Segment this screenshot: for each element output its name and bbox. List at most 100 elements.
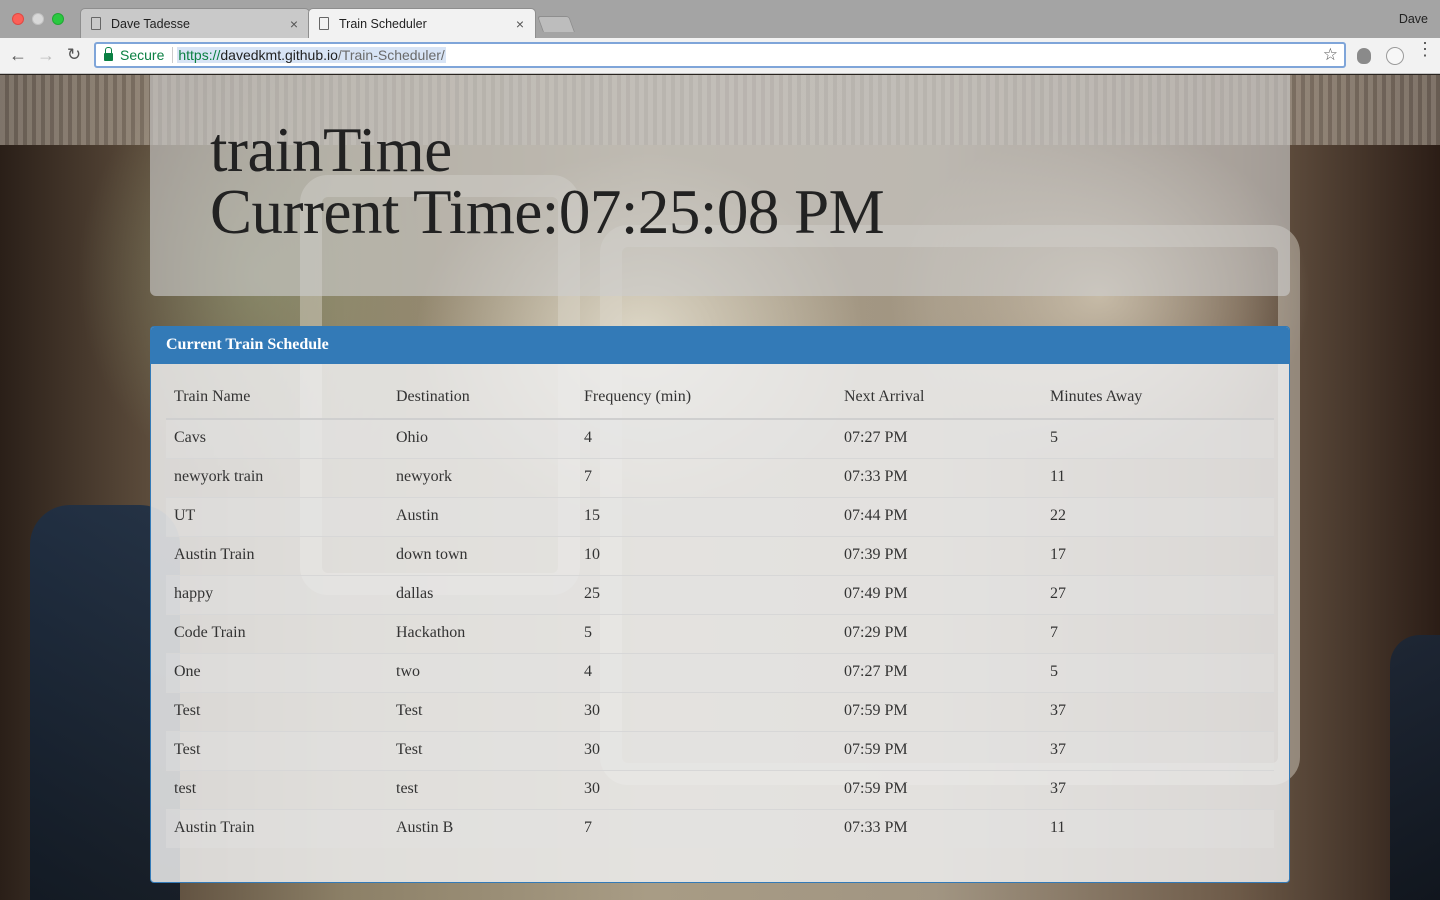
url-scheme: https:// [178, 47, 221, 63]
train-name-cell: Cavs [166, 419, 388, 458]
schedule-panel: Current Train Schedule Train Name Destin… [150, 326, 1290, 883]
destination-cell: Test [388, 691, 576, 731]
next-arrival-cell: 07:59 PM [836, 730, 1042, 770]
frequency-cell: 25 [576, 574, 836, 614]
minutes-away-cell: 5 [1042, 419, 1274, 458]
frequency-cell: 5 [576, 613, 836, 653]
minutes-away-cell: 37 [1042, 769, 1274, 809]
minutes-away-cell: 7 [1042, 613, 1274, 653]
star-icon[interactable]: ☆ [1323, 45, 1338, 65]
extension-bug-icon[interactable] [1357, 48, 1371, 64]
document-icon [319, 17, 329, 30]
train-name-cell: Austin Train [166, 808, 388, 848]
minimize-window-button[interactable] [32, 13, 44, 25]
url-text[interactable]: https:// davedkmt.github.io /Train-Sched… [177, 47, 446, 63]
destination-cell: Ohio [388, 419, 576, 458]
table-header-row: Train Name Destination Frequency (min) N… [166, 379, 1274, 420]
maximize-window-button[interactable] [52, 13, 64, 25]
browser-tab-strip: Dave Tadesse × Train Scheduler × Dave [0, 0, 1440, 38]
page-viewport: trainTime Current Time:07:25:08 PM Curre… [0, 75, 1440, 900]
train-name-cell: UT [166, 496, 388, 536]
train-name-cell: newyork train [166, 457, 388, 497]
frequency-cell: 30 [576, 691, 836, 731]
table-row: happy dallas 25 07:49 PM 27 [166, 574, 1274, 614]
panel-body: Train Name Destination Frequency (min) N… [151, 364, 1289, 863]
table-row: Cavs Ohio 4 07:27 PM 5 [166, 419, 1274, 458]
next-arrival-cell: 07:33 PM [836, 457, 1042, 497]
tab-train-scheduler[interactable]: Train Scheduler × [308, 8, 536, 38]
train-name-cell: Test [166, 691, 388, 731]
table-row: Austin Train Austin B 7 07:33 PM 11 [166, 808, 1274, 848]
train-name-cell: happy [166, 574, 388, 614]
minutes-away-cell: 22 [1042, 496, 1274, 536]
table-row: Austin Train down town 10 07:39 PM 17 [166, 535, 1274, 575]
frequency-cell: 30 [576, 769, 836, 809]
tab-title: Dave Tadesse [111, 16, 190, 31]
panel-heading: Current Train Schedule [151, 327, 1289, 364]
column-header-train-name: Train Name [166, 379, 388, 420]
tab-title: Train Scheduler [339, 16, 427, 31]
minutes-away-cell: 27 [1042, 574, 1274, 614]
table-row: Code Train Hackathon 5 07:29 PM 7 [166, 613, 1274, 653]
close-window-button[interactable] [12, 13, 24, 25]
next-arrival-cell: 07:39 PM [836, 535, 1042, 575]
current-time-value: 07:25:08 PM [558, 177, 885, 247]
frequency-cell: 30 [576, 730, 836, 770]
destination-cell: Austin [388, 496, 576, 536]
train-name-cell: Code Train [166, 613, 388, 653]
minutes-away-cell: 5 [1042, 652, 1274, 692]
app-title: trainTime [210, 115, 452, 185]
train-name-cell: Austin Train [166, 535, 388, 575]
current-time-label: Current Time: [210, 177, 559, 247]
schedule-table: Train Name Destination Frequency (min) N… [166, 379, 1274, 848]
extension-circle-icon[interactable] [1386, 47, 1404, 65]
table-row: Test Test 30 07:59 PM 37 [166, 730, 1274, 770]
profile-name[interactable]: Dave [1399, 12, 1428, 26]
train-name-cell: One [166, 652, 388, 692]
minutes-away-cell: 11 [1042, 808, 1274, 848]
address-bar[interactable]: Secure https:// davedkmt.github.io /Trai… [94, 42, 1346, 68]
table-row: newyork train newyork 7 07:33 PM 11 [166, 457, 1274, 497]
secure-label: Secure [120, 47, 165, 63]
next-arrival-cell: 07:33 PM [836, 808, 1042, 848]
close-icon[interactable]: × [511, 16, 529, 32]
next-arrival-cell: 07:59 PM [836, 691, 1042, 731]
more-vert-icon[interactable]: ⋮ [1416, 40, 1434, 58]
frequency-cell: 7 [576, 808, 836, 848]
destination-cell: Hackathon [388, 613, 576, 653]
background-seat [1390, 635, 1440, 900]
next-arrival-cell: 07:29 PM [836, 613, 1042, 653]
train-name-cell: Test [166, 730, 388, 770]
destination-cell: Austin B [388, 808, 576, 848]
next-arrival-cell: 07:27 PM [836, 652, 1042, 692]
minutes-away-cell: 11 [1042, 457, 1274, 497]
close-icon[interactable]: × [285, 16, 303, 32]
destination-cell: Test [388, 730, 576, 770]
divider [172, 47, 174, 63]
url-host: davedkmt.github.io [220, 47, 338, 63]
reload-icon[interactable]: ↻ [62, 43, 86, 67]
column-header-frequency: Frequency (min) [576, 379, 836, 420]
destination-cell: dallas [388, 574, 576, 614]
header-jumbotron: trainTime Current Time:07:25:08 PM [150, 75, 1290, 296]
destination-cell: two [388, 652, 576, 692]
document-icon [91, 17, 101, 30]
minutes-away-cell: 37 [1042, 691, 1274, 731]
table-row: Test Test 30 07:59 PM 37 [166, 691, 1274, 731]
destination-cell: newyork [388, 457, 576, 497]
destination-cell: down town [388, 535, 576, 575]
table-row: test test 30 07:59 PM 37 [166, 769, 1274, 809]
schedule-table-body: Cavs Ohio 4 07:27 PM 5 newyork train newyork 7 0… [166, 419, 1274, 848]
train-name-cell: test [166, 769, 388, 809]
column-header-minutes-away: Minutes Away [1042, 379, 1274, 420]
destination-cell: test [388, 769, 576, 809]
new-tab-button[interactable] [537, 16, 575, 32]
tab-dave-tadesse[interactable]: Dave Tadesse × [80, 8, 310, 38]
frequency-cell: 15 [576, 496, 836, 536]
back-arrow-icon[interactable]: ← [6, 43, 30, 67]
next-arrival-cell: 07:44 PM [836, 496, 1042, 536]
frequency-cell: 7 [576, 457, 836, 497]
forward-arrow-icon[interactable]: → [34, 43, 58, 67]
next-arrival-cell: 07:59 PM [836, 769, 1042, 809]
table-row: One two 4 07:27 PM 5 [166, 652, 1274, 692]
